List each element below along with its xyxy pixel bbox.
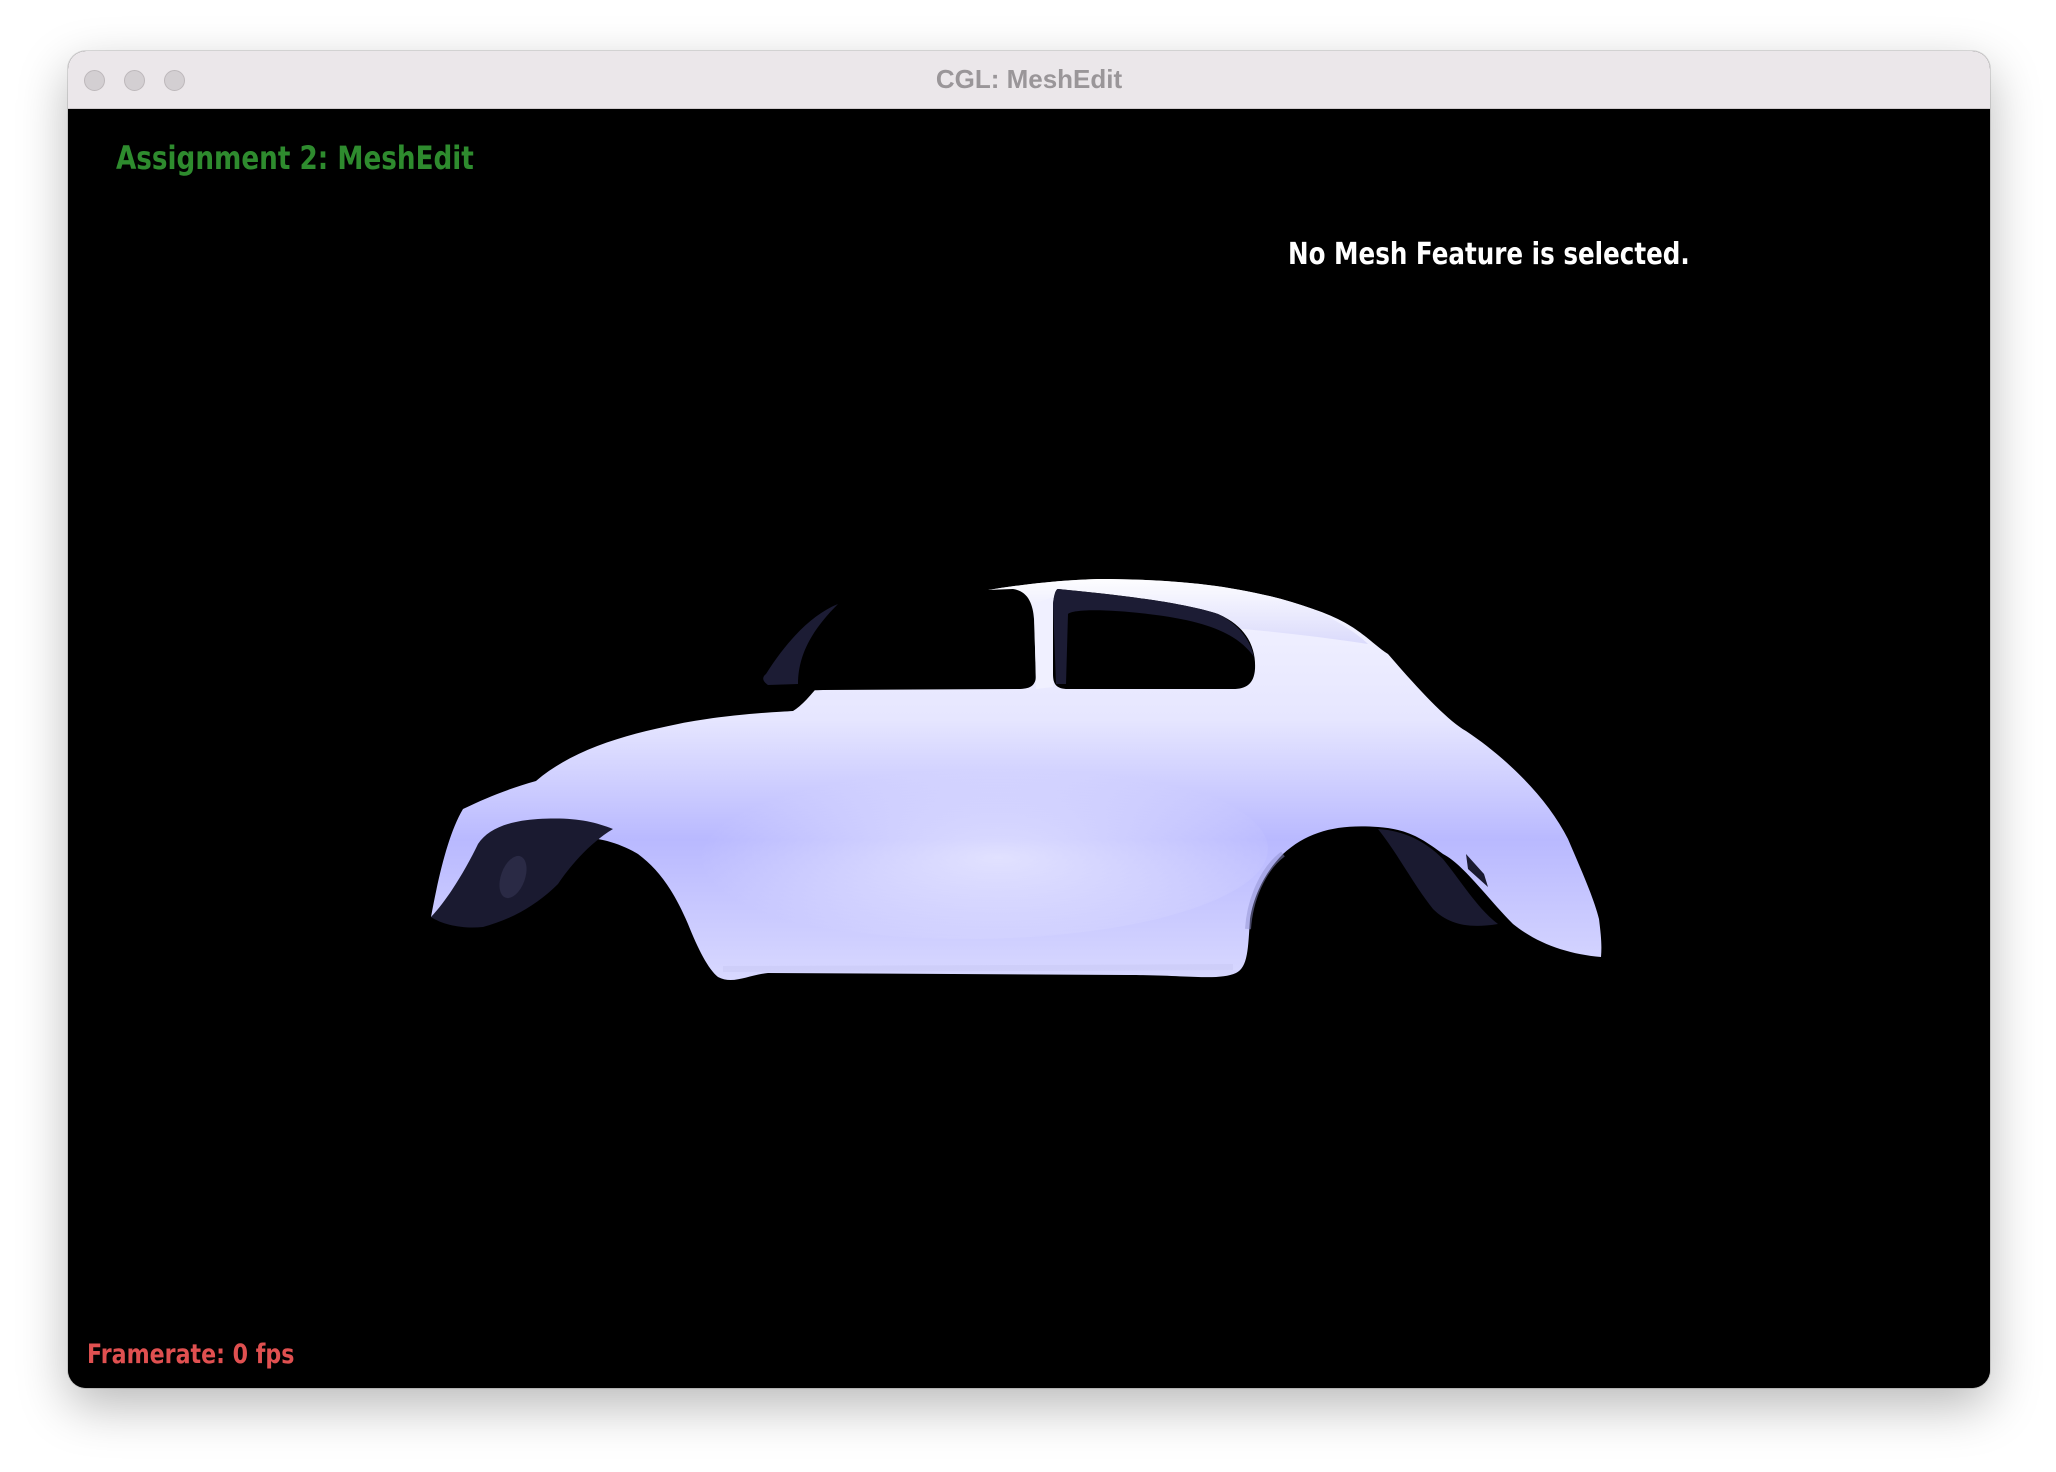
title-bar[interactable]: CGL: MeshEdit	[68, 51, 1990, 109]
window-pillar	[1034, 597, 1053, 689]
assignment-title: Assignment 2: MeshEdit	[116, 139, 474, 177]
mesh-viewport[interactable]: Assignment 2: MeshEdit No Mesh Feature i…	[68, 109, 1990, 1388]
car-mesh[interactable]	[68, 109, 1990, 1388]
window-title: CGL: MeshEdit	[935, 64, 1123, 94]
side-highlight	[668, 759, 1268, 939]
framerate-readout: Framerate: 0 fps	[87, 1339, 295, 1370]
sill-shadow	[722, 964, 1234, 972]
app-window: CGL: MeshEdit Assignment 2: MeshEdit No …	[68, 51, 1990, 1388]
selection-status: No Mesh Feature is selected.	[1288, 237, 1690, 272]
